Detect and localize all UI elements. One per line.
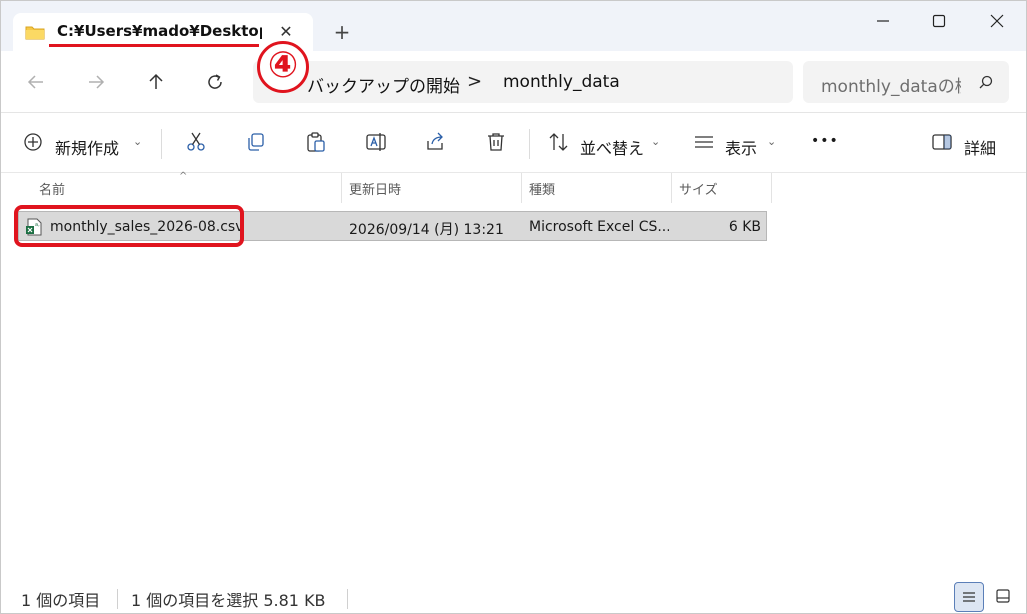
view-button-label: 表示 bbox=[725, 139, 758, 158]
refresh-button[interactable] bbox=[200, 69, 230, 95]
list-view-icon bbox=[695, 136, 713, 148]
chevron-down-icon: ⌄ bbox=[133, 135, 143, 148]
view-button[interactable]: 表示 ⌄ bbox=[693, 127, 783, 159]
column-header-name[interactable]: 名前 bbox=[39, 179, 65, 198]
file-size: 6 KB bbox=[728, 219, 761, 235]
minimize-icon bbox=[877, 20, 889, 22]
back-button[interactable] bbox=[21, 69, 51, 95]
tab-close-button[interactable]: ✕ bbox=[275, 21, 297, 43]
selection-info: 1 個の項目を選択 5.81 KB bbox=[131, 591, 326, 610]
rename-icon bbox=[366, 133, 386, 151]
column-header-type[interactable]: 種類 bbox=[529, 179, 555, 198]
divider bbox=[117, 589, 118, 609]
up-button[interactable] bbox=[141, 69, 171, 95]
sort-button[interactable]: 並べ替え ⌄ bbox=[548, 127, 663, 159]
arrow-up-icon bbox=[149, 73, 163, 89]
search-icon bbox=[979, 74, 993, 93]
trash-icon bbox=[488, 133, 504, 151]
breadcrumb-item[interactable]: バックアップの開始 bbox=[307, 72, 460, 97]
address-bar: バックアップの開始 > monthly_data monthly_dataの検索 bbox=[1, 51, 1026, 113]
sort-button-label: 並べ替え bbox=[580, 139, 645, 158]
tiles-view-icon bbox=[996, 589, 1010, 603]
forward-button[interactable] bbox=[81, 69, 111, 95]
column-header-size[interactable]: サイズ bbox=[679, 179, 718, 198]
cut-button[interactable] bbox=[183, 127, 209, 159]
close-icon bbox=[990, 14, 1004, 28]
column-divider[interactable] bbox=[521, 173, 522, 203]
file-type: Microsoft Excel CS... bbox=[529, 219, 669, 235]
file-modified: 2026/09/14 (月) 13:21 bbox=[349, 222, 504, 238]
copy-icon bbox=[248, 133, 264, 151]
sort-icon bbox=[549, 133, 568, 151]
more-icon: ••• bbox=[811, 133, 839, 149]
title-bar: C:¥Users¥mado¥Desktop¥ ✕ + bbox=[1, 1, 1026, 51]
file-list-header: ^ 名前 更新日時 種類 サイズ bbox=[1, 171, 1026, 203]
file-explorer-window: C:¥Users¥mado¥Desktop¥ ✕ + バックアップの開始 > m… bbox=[0, 0, 1027, 614]
tab-title: C:¥Users¥mado¥Desktop¥ bbox=[57, 22, 262, 40]
scissors-icon bbox=[187, 132, 205, 151]
column-divider[interactable] bbox=[671, 173, 672, 203]
maximize-button[interactable] bbox=[910, 1, 966, 41]
new-button[interactable]: 新規作成 ⌄ bbox=[23, 127, 148, 159]
status-bar: 1 個の項目 1 個の項目を選択 5.81 KB bbox=[1, 579, 1026, 613]
divider bbox=[347, 589, 348, 609]
paste-button[interactable] bbox=[303, 127, 329, 159]
breadcrumb-item-current[interactable]: monthly_data bbox=[503, 72, 620, 92]
command-bar: 新規作成 ⌄ 並べ替え ⌄ 表示 ⌄ ••• 詳細 bbox=[1, 113, 1026, 173]
details-pane-icon bbox=[932, 134, 952, 150]
refresh-icon bbox=[208, 74, 222, 89]
copy-button[interactable] bbox=[243, 127, 269, 159]
new-tab-button[interactable]: + bbox=[329, 19, 355, 45]
details-view-button[interactable] bbox=[954, 582, 984, 612]
details-button-label: 詳細 bbox=[964, 139, 997, 158]
column-header-modified[interactable]: 更新日時 bbox=[349, 179, 401, 198]
new-button-label: 新規作成 bbox=[55, 139, 120, 158]
details-view-icon bbox=[963, 592, 975, 602]
rename-button[interactable] bbox=[363, 127, 389, 159]
delete-button[interactable] bbox=[483, 127, 509, 159]
share-icon bbox=[427, 132, 443, 150]
breadcrumb-separator[interactable]: > bbox=[467, 71, 482, 92]
search-input[interactable]: monthly_dataの検索 bbox=[803, 61, 1009, 103]
arrow-left-icon bbox=[27, 75, 43, 89]
details-button[interactable]: 詳細 bbox=[931, 127, 1011, 159]
tiles-view-button[interactable] bbox=[989, 582, 1019, 612]
clipboard-icon bbox=[307, 132, 325, 152]
sort-ascending-icon: ^ bbox=[179, 171, 188, 182]
item-count: 1 個の項目 bbox=[21, 591, 101, 610]
share-button[interactable] bbox=[423, 127, 449, 159]
annotation-step-number: ④ bbox=[257, 41, 309, 93]
chevron-down-icon: ⌄ bbox=[651, 135, 661, 148]
divider bbox=[161, 129, 162, 159]
annotation-underline bbox=[49, 44, 259, 47]
chevron-down-icon: ⌄ bbox=[767, 135, 777, 148]
annotation-highlight bbox=[14, 205, 244, 247]
close-window-button[interactable] bbox=[968, 1, 1024, 41]
divider bbox=[529, 129, 530, 159]
arrow-right-icon bbox=[89, 75, 105, 89]
folder-icon bbox=[25, 24, 45, 44]
column-divider[interactable] bbox=[341, 173, 342, 203]
more-options-button[interactable]: ••• bbox=[811, 127, 841, 159]
maximize-icon bbox=[932, 14, 946, 28]
minimize-button[interactable] bbox=[854, 1, 910, 41]
breadcrumb[interactable]: バックアップの開始 > monthly_data bbox=[253, 61, 793, 103]
search-placeholder: monthly_dataの検索 bbox=[821, 77, 961, 97]
plus-circle-icon bbox=[24, 133, 42, 151]
column-divider[interactable] bbox=[771, 173, 772, 203]
